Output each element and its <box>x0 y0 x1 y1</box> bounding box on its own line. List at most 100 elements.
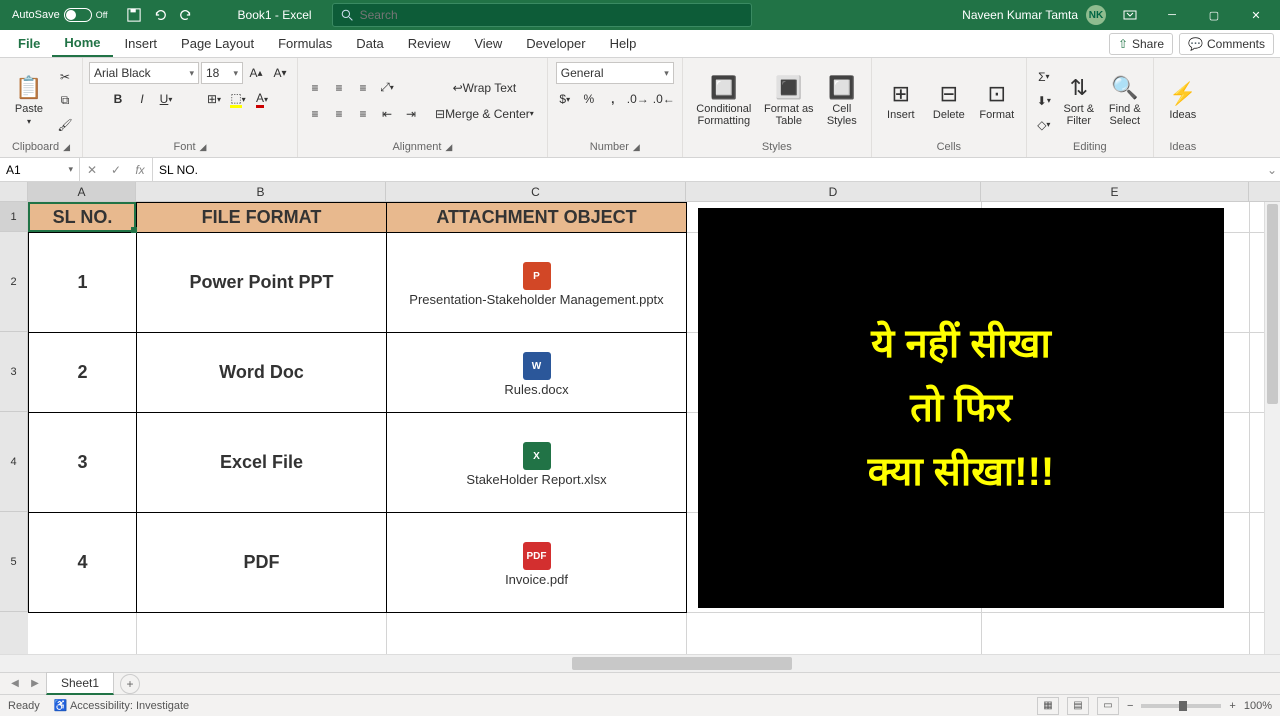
cell-format-4[interactable]: PDF <box>137 513 387 613</box>
autosum-button[interactable]: Σ▾ <box>1033 66 1055 88</box>
percent-format-button[interactable]: % <box>578 88 600 110</box>
align-middle-button[interactable]: ≡ <box>328 77 350 99</box>
decrease-indent-button[interactable]: ⇤ <box>376 103 398 125</box>
expand-formula-bar-button[interactable]: ⌄ <box>1264 163 1280 177</box>
add-sheet-button[interactable]: + <box>120 674 140 694</box>
col-header-d[interactable]: D <box>686 182 981 201</box>
autosave-toggle[interactable]: AutoSave Off <box>4 8 116 22</box>
normal-view-button[interactable]: ▦ <box>1037 697 1059 715</box>
insert-cells-button[interactable]: ⊞Insert <box>878 77 924 125</box>
select-all-corner[interactable] <box>0 182 28 201</box>
tab-view[interactable]: View <box>462 31 514 56</box>
zoom-level[interactable]: 100% <box>1244 700 1272 712</box>
decrease-font-button[interactable]: A▾ <box>269 62 291 84</box>
align-center-button[interactable]: ≡ <box>328 103 350 125</box>
increase-indent-button[interactable]: ⇥ <box>400 103 422 125</box>
cell-attach-4[interactable]: PDFInvoice.pdf <box>387 513 687 613</box>
zoom-in-button[interactable]: + <box>1229 700 1235 712</box>
horizontal-scroll-thumb[interactable] <box>572 657 792 670</box>
increase-font-button[interactable]: A▴ <box>245 62 267 84</box>
align-right-button[interactable]: ≡ <box>352 103 374 125</box>
sheet-nav-next[interactable]: ▶ <box>26 678 44 689</box>
close-button[interactable]: ✕ <box>1236 1 1276 29</box>
align-top-button[interactable]: ≡ <box>304 77 326 99</box>
cell-sl-3[interactable]: 3 <box>29 413 137 513</box>
minimize-button[interactable]: ─ <box>1152 1 1192 29</box>
alignment-dialog-launcher[interactable]: ◢ <box>445 142 452 153</box>
conditional-formatting-button[interactable]: 🔲Conditional Formatting <box>689 71 759 131</box>
format-as-table-button[interactable]: 🔳Format as Table <box>761 71 817 131</box>
share-button[interactable]: ⇧Share <box>1109 33 1173 55</box>
row-header-4[interactable]: 4 <box>0 412 28 512</box>
header-attachment[interactable]: ATTACHMENT OBJECT <box>387 203 687 233</box>
clipboard-dialog-launcher[interactable]: ◢ <box>63 142 70 153</box>
tab-insert[interactable]: Insert <box>113 31 170 56</box>
sheet-nav-prev[interactable]: ◀ <box>6 678 24 689</box>
vertical-scroll-thumb[interactable] <box>1267 204 1278 404</box>
increase-decimal-button[interactable]: .0→ <box>626 88 650 110</box>
italic-button[interactable]: I <box>131 88 153 110</box>
col-header-b[interactable]: B <box>136 182 386 201</box>
cells-area[interactable]: SL NO. FILE FORMAT ATTACHMENT OBJECT 1 P… <box>28 202 1280 654</box>
row-header-3[interactable]: 3 <box>0 332 28 412</box>
font-dialog-launcher[interactable]: ◢ <box>200 142 207 153</box>
bold-button[interactable]: B <box>107 88 129 110</box>
cell-sl-4[interactable]: 4 <box>29 513 137 613</box>
fill-color-button[interactable]: ⬚▾ <box>227 88 249 110</box>
cell-format-2[interactable]: Word Doc <box>137 333 387 413</box>
accounting-format-button[interactable]: $▾ <box>554 88 576 110</box>
header-file-format[interactable]: FILE FORMAT <box>137 203 387 233</box>
maximize-button[interactable]: ▢ <box>1194 1 1234 29</box>
tab-help[interactable]: Help <box>598 31 649 56</box>
cut-button[interactable]: ✂ <box>54 66 76 88</box>
save-button[interactable] <box>122 3 146 27</box>
name-box[interactable]: ▾ <box>0 158 80 181</box>
page-layout-view-button[interactable]: ▤ <box>1067 697 1089 715</box>
tab-formulas[interactable]: Formulas <box>266 31 344 56</box>
cell-format-3[interactable]: Excel File <box>137 413 387 513</box>
horizontal-scrollbar[interactable] <box>570 655 1280 672</box>
tab-page-layout[interactable]: Page Layout <box>169 31 266 56</box>
sheet-tab-1[interactable]: Sheet1 <box>46 672 114 695</box>
delete-cells-button[interactable]: ⊟Delete <box>926 77 972 125</box>
tab-data[interactable]: Data <box>344 31 395 56</box>
undo-button[interactable] <box>148 3 172 27</box>
zoom-thumb[interactable] <box>1179 701 1187 711</box>
cell-attach-3[interactable]: XStakeHolder Report.xlsx <box>387 413 687 513</box>
align-bottom-button[interactable]: ≡ <box>352 77 374 99</box>
cancel-formula-button[interactable]: ✕ <box>80 158 104 181</box>
number-dialog-launcher[interactable]: ◢ <box>633 142 640 153</box>
number-format-combo[interactable]: General▾ <box>556 62 674 84</box>
name-box-input[interactable] <box>6 163 68 177</box>
ideas-button[interactable]: ⚡Ideas <box>1160 77 1206 125</box>
vertical-scrollbar[interactable] <box>1264 202 1280 654</box>
font-color-button[interactable]: A▾ <box>251 88 273 110</box>
cell-format-1[interactable]: Power Point PPT <box>137 233 387 333</box>
enter-formula-button[interactable]: ✓ <box>104 158 128 181</box>
align-left-button[interactable]: ≡ <box>304 103 326 125</box>
cell-sl-1[interactable]: 1 <box>29 233 137 333</box>
search-input[interactable] <box>360 8 743 22</box>
row-header-2[interactable]: 2 <box>0 232 28 332</box>
col-header-a[interactable]: A <box>28 182 136 201</box>
cell-attach-1[interactable]: PPresentation-Stakeholder Management.ppt… <box>387 233 687 333</box>
formula-input[interactable] <box>159 163 1258 177</box>
find-select-button[interactable]: 🔍Find & Select <box>1103 71 1147 131</box>
status-accessibility[interactable]: ♿ Accessibility: Investigate <box>54 699 189 712</box>
sort-filter-button[interactable]: ⇅Sort & Filter <box>1057 71 1101 131</box>
wrap-text-button[interactable]: ↩ Wrap Text <box>428 77 541 99</box>
overlay-text-box[interactable]: ये नहीं सीखा तो फिर क्या सीखा!!! <box>698 208 1224 608</box>
cell-attach-2[interactable]: WRules.docx <box>387 333 687 413</box>
orientation-button[interactable]: ⤢▾ <box>376 77 398 99</box>
user-area[interactable]: Naveen Kumar Tamta NK <box>962 5 1106 25</box>
col-header-e[interactable]: E <box>981 182 1249 201</box>
tab-review[interactable]: Review <box>396 31 463 56</box>
fill-button[interactable]: ⬇▾ <box>1033 90 1055 112</box>
decrease-decimal-button[interactable]: .0← <box>652 88 676 110</box>
row-header-5[interactable]: 5 <box>0 512 28 612</box>
comments-button[interactable]: 💬Comments <box>1179 33 1274 55</box>
row-header-1[interactable]: 1 <box>0 202 28 232</box>
zoom-slider[interactable] <box>1141 704 1221 708</box>
font-name-combo[interactable]: Arial Black▾ <box>89 62 199 84</box>
cell-styles-button[interactable]: 🔲Cell Styles <box>819 71 865 131</box>
